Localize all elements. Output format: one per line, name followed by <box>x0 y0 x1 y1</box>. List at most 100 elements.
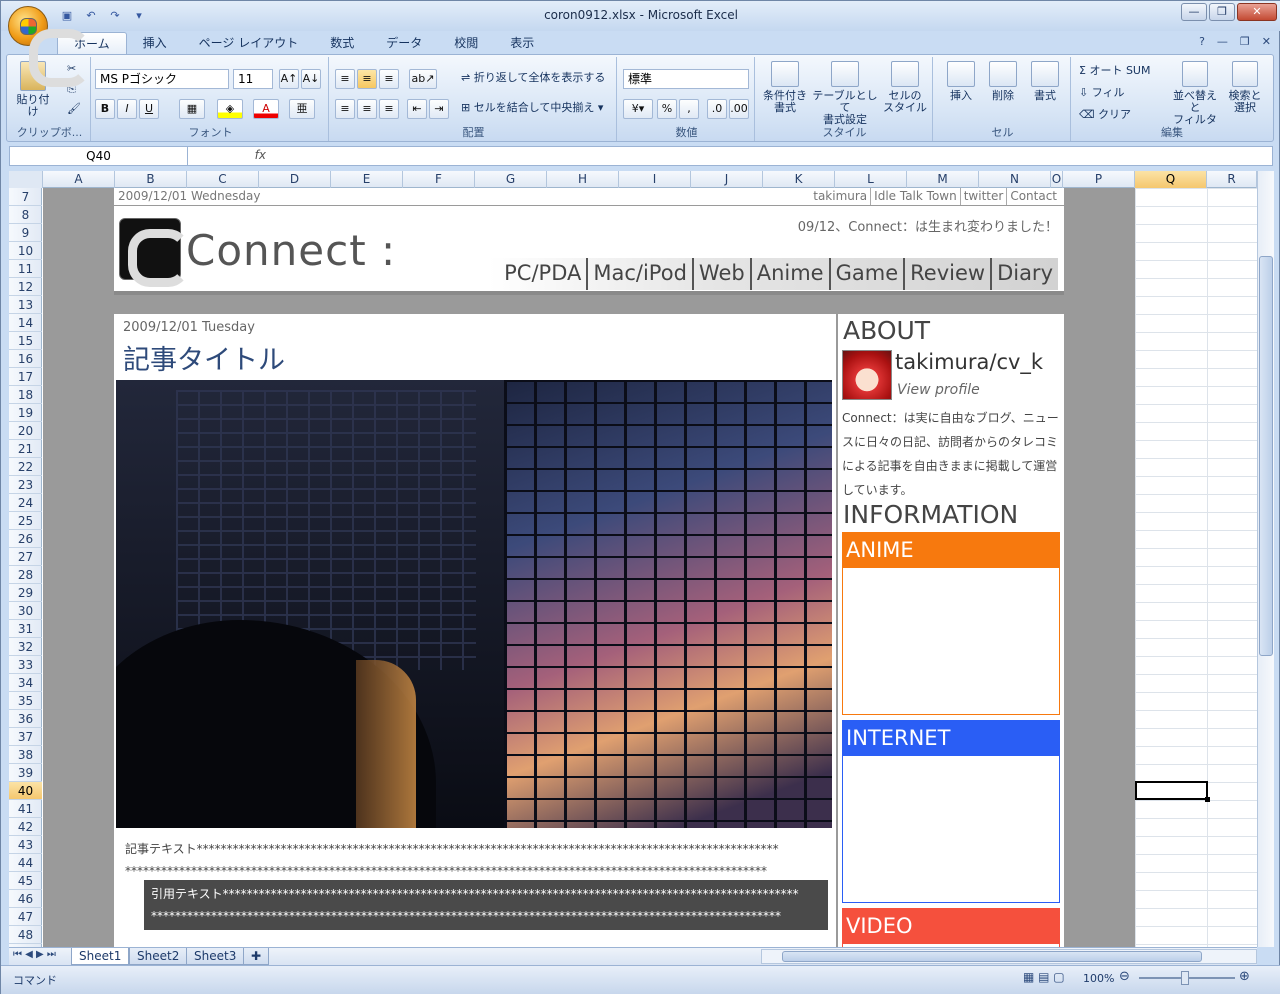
row-header[interactable]: 9 <box>9 224 42 242</box>
autosum-button[interactable]: Σ オート SUM <box>1079 65 1150 77</box>
tab-insert[interactable]: 挿入 <box>127 32 183 54</box>
row-header[interactable]: 42 <box>9 818 42 836</box>
column-header[interactable]: I <box>619 171 691 188</box>
row-header[interactable]: 30 <box>9 602 42 620</box>
top-link-twitter[interactable]: twitter <box>959 188 1007 205</box>
nav-pc-pda[interactable]: PC/PDA <box>499 258 586 290</box>
help-icon[interactable]: ? <box>1199 35 1205 48</box>
align-left-icon[interactable]: ≡ <box>335 99 355 119</box>
column-header[interactable]: R <box>1207 171 1257 188</box>
horizontal-scrollbar[interactable] <box>761 949 1257 964</box>
row-header[interactable]: 24 <box>9 494 42 512</box>
grow-font-icon[interactable]: A↑ <box>279 69 299 89</box>
zoom-level[interactable]: 100% <box>1083 972 1114 985</box>
row-header[interactable]: 23 <box>9 476 42 494</box>
decrease-indent-icon[interactable]: ⇤ <box>407 99 427 119</box>
chevron-down-icon[interactable]: ▾ <box>131 8 147 24</box>
tab-page-layout[interactable]: ページ レイアウト <box>183 32 315 54</box>
column-header[interactable]: H <box>547 171 619 188</box>
row-header[interactable]: 11 <box>9 260 42 278</box>
active-cell-q40[interactable] <box>1135 781 1210 802</box>
align-middle-icon[interactable]: ≡ <box>357 69 377 89</box>
column-header-selected[interactable]: Q <box>1135 171 1207 188</box>
column-header[interactable]: N <box>979 171 1051 188</box>
nav-web[interactable]: Web <box>691 258 750 290</box>
row-header[interactable]: 22 <box>9 458 42 476</box>
redo-icon[interactable]: ↷ <box>107 8 123 24</box>
align-right-icon[interactable]: ≡ <box>379 99 399 119</box>
row-header[interactable]: 48 <box>9 926 42 944</box>
find-select-button[interactable]: 検索と 選択 <box>1223 61 1267 114</box>
number-format-select[interactable]: 標準 <box>623 69 749 89</box>
sheet-tab-2[interactable]: Sheet2 <box>129 948 188 965</box>
row-header[interactable]: 10 <box>9 242 42 260</box>
insert-cells-button[interactable]: 挿入 <box>941 61 981 102</box>
row-header[interactable]: 38 <box>9 746 42 764</box>
column-header[interactable]: G <box>475 171 547 188</box>
vertical-scroll-thumb[interactable] <box>1259 256 1273 656</box>
font-name-select[interactable]: MS Pゴシック <box>95 69 229 89</box>
align-center-icon[interactable]: ≡ <box>357 99 377 119</box>
row-header[interactable]: 33 <box>9 656 42 674</box>
column-header[interactable]: D <box>259 171 331 188</box>
delete-cells-button[interactable]: 削除 <box>983 61 1023 102</box>
align-top-icon[interactable]: ≡ <box>335 69 355 89</box>
column-header[interactable]: B <box>115 171 187 188</box>
doc-close-icon[interactable]: ✕ <box>1262 35 1271 48</box>
column-header[interactable]: P <box>1063 171 1135 188</box>
increase-decimal-icon[interactable]: .0 <box>707 99 727 119</box>
decrease-decimal-icon[interactable]: .00 <box>729 99 749 119</box>
tab-formulas[interactable]: 数式 <box>314 32 370 54</box>
row-header[interactable]: 41 <box>9 800 42 818</box>
column-header[interactable]: E <box>331 171 403 188</box>
save-icon[interactable]: ▣ <box>59 8 75 24</box>
row-header[interactable]: 43 <box>9 836 42 854</box>
borders-icon[interactable]: ▦ <box>179 99 205 119</box>
doc-minimize-icon[interactable]: — <box>1217 35 1228 48</box>
orientation-icon[interactable]: ab↗ <box>409 69 437 89</box>
column-header[interactable]: M <box>907 171 979 188</box>
column-header[interactable]: L <box>835 171 907 188</box>
row-header[interactable]: 14 <box>9 314 42 332</box>
fill-button[interactable]: ⇩ フィル <box>1079 87 1125 99</box>
row-header[interactable]: 45 <box>9 872 42 890</box>
sheet-tab-1[interactable]: Sheet1 <box>71 948 130 965</box>
row-header[interactable]: 36 <box>9 710 42 728</box>
row-header[interactable]: 46 <box>9 890 42 908</box>
bold-button[interactable]: B <box>95 99 115 119</box>
info-box-header[interactable]: INTERNET <box>843 721 1059 756</box>
font-size-select[interactable]: 11 <box>233 69 273 89</box>
horizontal-scroll-thumb[interactable] <box>782 951 1202 962</box>
column-header[interactable]: O <box>1051 171 1063 188</box>
nav-game[interactable]: Game <box>828 258 904 290</box>
row-header[interactable]: 12 <box>9 278 42 296</box>
row-header[interactable]: 21 <box>9 440 42 458</box>
tab-data[interactable]: データ <box>370 32 438 54</box>
row-header[interactable]: 27 <box>9 548 42 566</box>
underline-button[interactable]: U <box>139 99 159 119</box>
doc-restore-icon[interactable]: ❐ <box>1240 35 1250 48</box>
worksheet-grid[interactable]: A B C D E F G H I J K L M N O P Q R 7891… <box>9 171 1257 947</box>
close-button[interactable]: ✕ <box>1237 3 1277 21</box>
office-button[interactable] <box>8 6 91 87</box>
conditional-format-button[interactable]: 条件付き 書式 <box>761 61 809 114</box>
empty-cells[interactable] <box>1135 188 1257 947</box>
shrink-font-icon[interactable]: A↓ <box>301 69 321 89</box>
zoom-out-icon[interactable]: ⊖ <box>1119 969 1130 984</box>
row-header[interactable]: 26 <box>9 530 42 548</box>
row-header[interactable]: 31 <box>9 620 42 638</box>
column-header[interactable]: F <box>403 171 475 188</box>
format-as-table-button[interactable]: テーブルとして 書式設定 <box>811 61 879 126</box>
vertical-scrollbar[interactable] <box>1257 171 1274 947</box>
increase-indent-icon[interactable]: ⇥ <box>429 99 449 119</box>
insert-sheet-icon[interactable]: ✚ <box>243 948 270 965</box>
row-header[interactable]: 18 <box>9 386 42 404</box>
top-link-idle-talk-town[interactable]: Idle Talk Town <box>870 188 960 205</box>
zoom-in-icon[interactable]: ⊕ <box>1239 969 1250 984</box>
insert-function-button[interactable]: fx <box>192 148 270 164</box>
nav-mac-ipod[interactable]: Mac/iPod <box>586 258 692 290</box>
top-link-takimura[interactable]: takimura <box>810 188 870 205</box>
row-header[interactable]: 8 <box>9 206 42 224</box>
currency-icon[interactable]: ¥▾ <box>623 99 653 119</box>
undo-icon[interactable]: ↶ <box>83 8 99 24</box>
